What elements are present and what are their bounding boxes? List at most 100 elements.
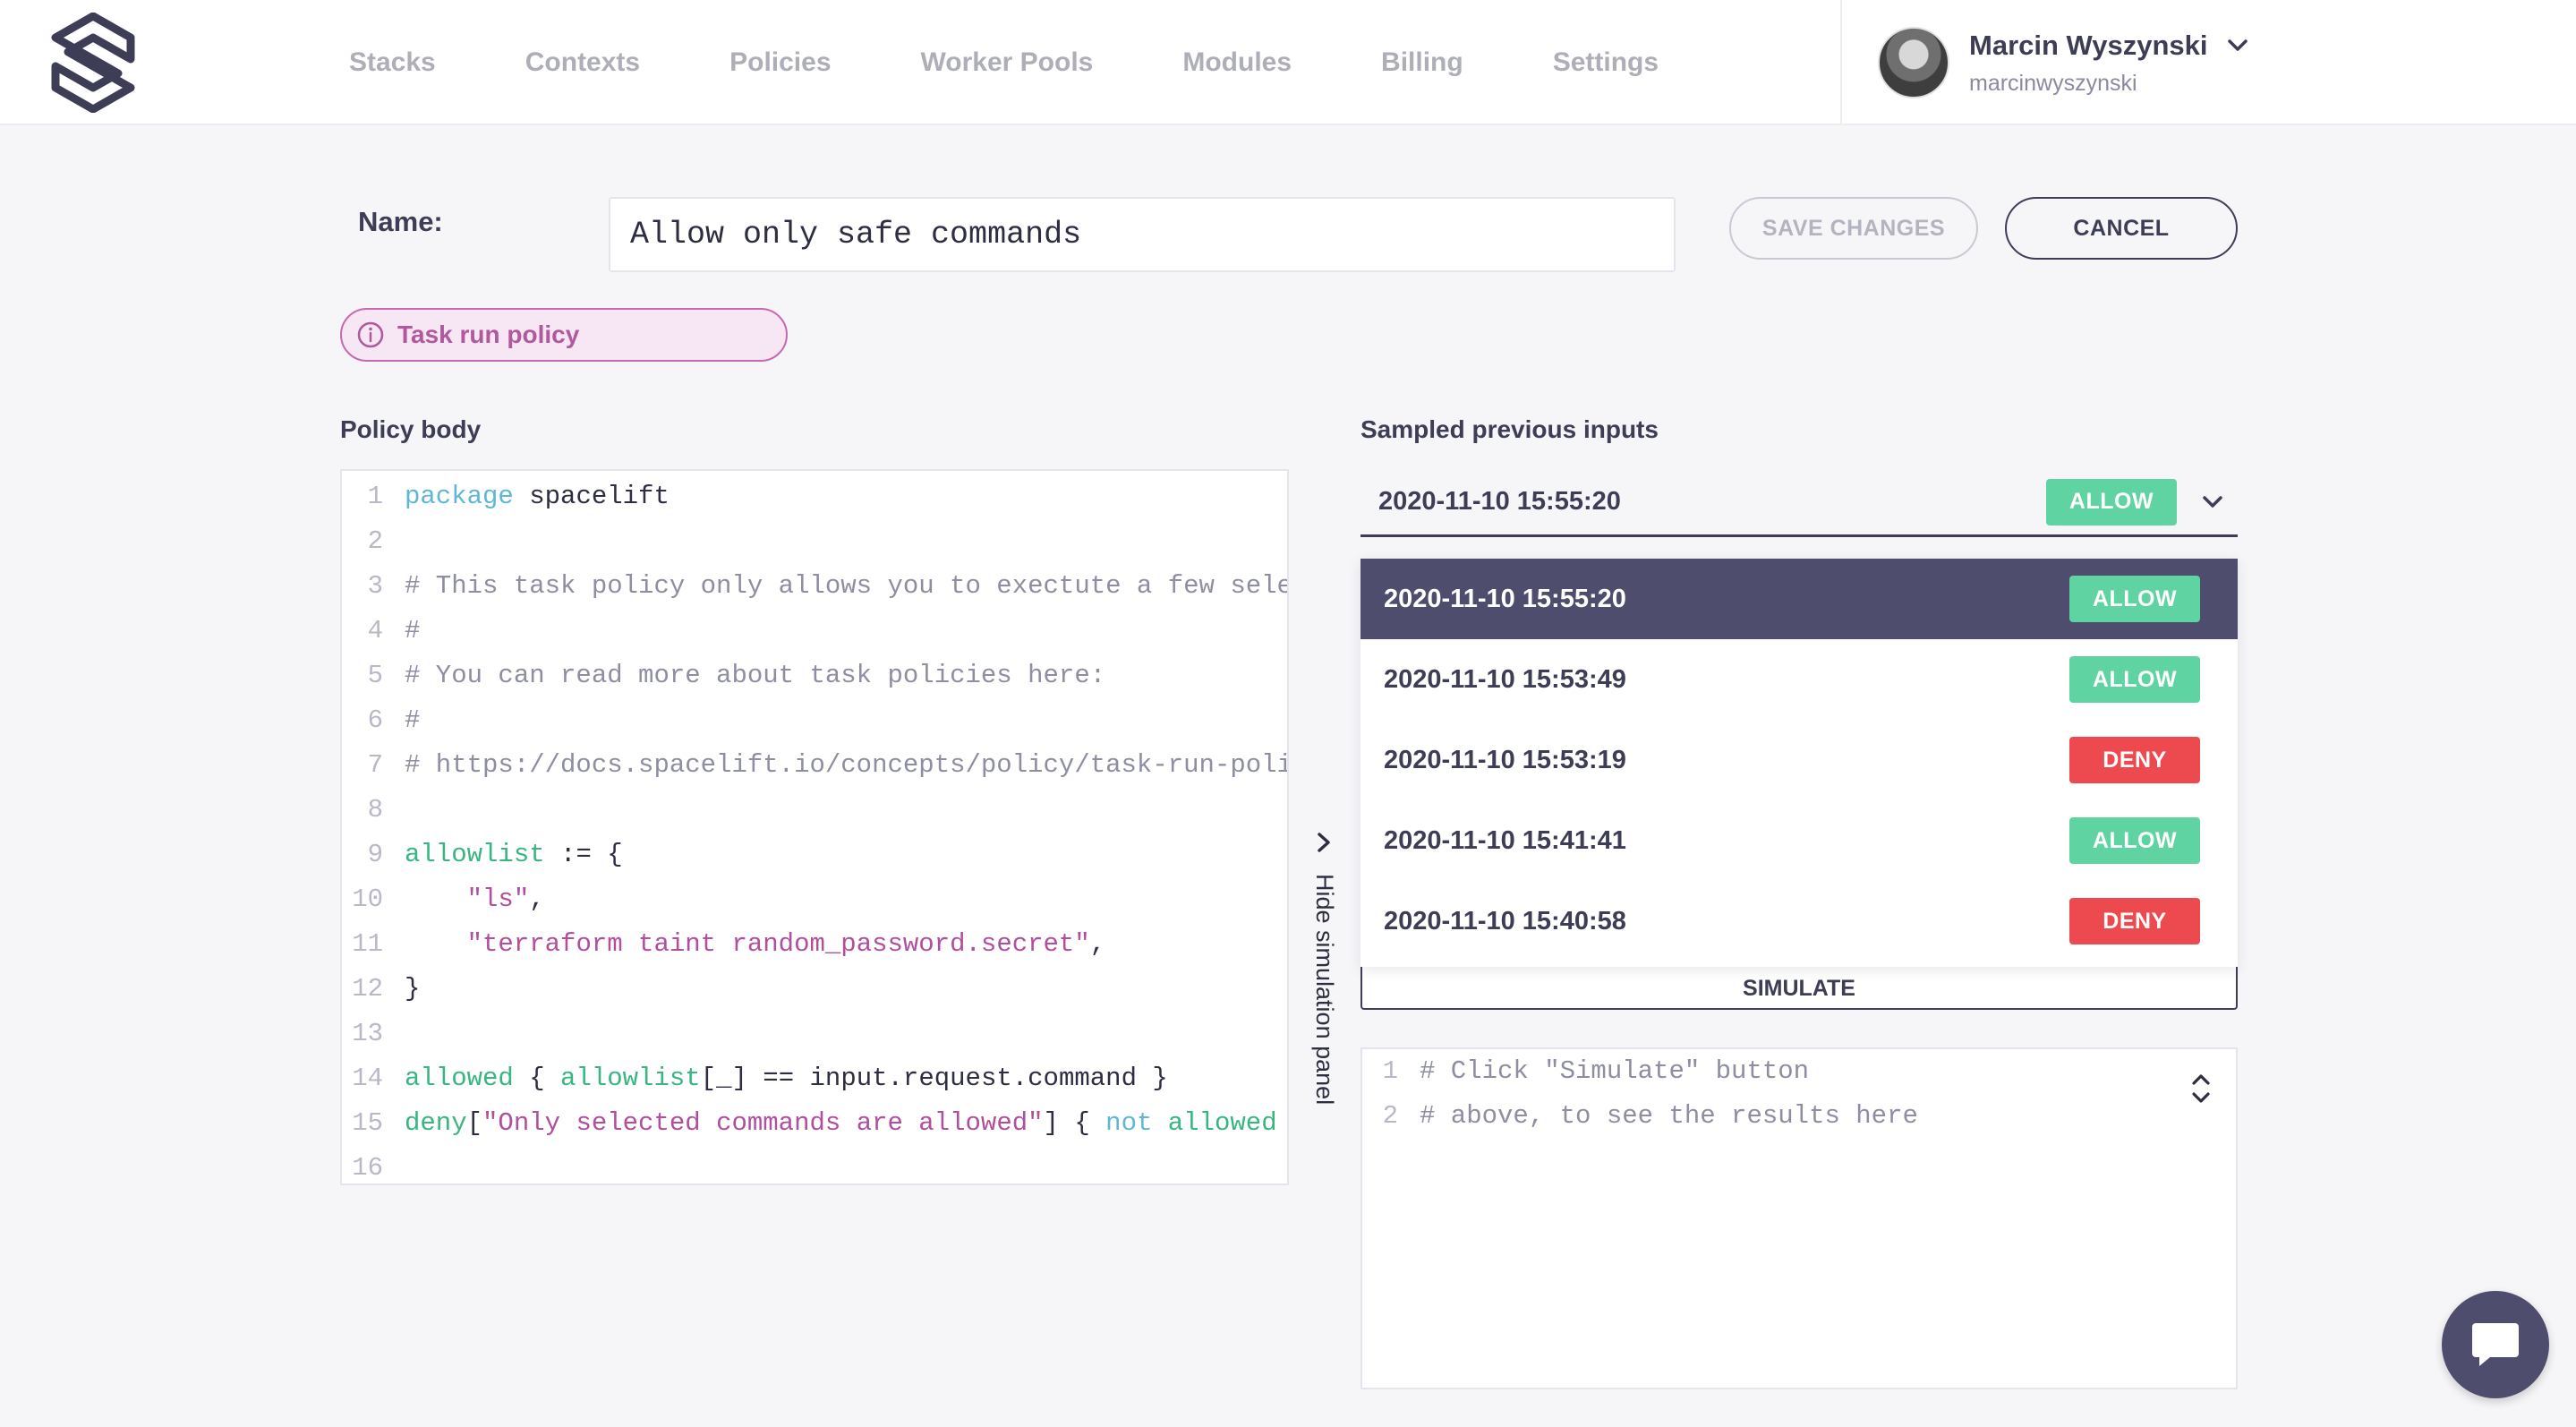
output-line: 2 # above, to see the results here xyxy=(1362,1096,1918,1137)
user-handle: marcinwyszynski xyxy=(1969,70,2137,96)
sampled-inputs-title: Sampled previous inputs xyxy=(1361,415,1659,443)
dropdown-option[interactable]: 2020-11-10 15:40:58 DENY xyxy=(1361,881,2238,961)
line-number: 15 xyxy=(352,1108,383,1138)
user-name: Marcin Wyszynski xyxy=(1969,29,2208,61)
code-line: 10 "ls", xyxy=(342,879,545,920)
code-token: # You can read more about task policies … xyxy=(405,661,1106,690)
code-token: allowed xyxy=(405,1064,514,1093)
line-number: 14 xyxy=(352,1064,383,1093)
line-number: 5 xyxy=(367,661,383,690)
code-token: spacelift xyxy=(513,482,670,511)
line-number: 7 xyxy=(367,750,383,780)
code-token: } xyxy=(1277,1108,1287,1138)
nav-billing[interactable]: Billing xyxy=(1381,47,1463,78)
chevron-down-icon[interactable] xyxy=(2227,38,2248,53)
decision-badge: DENY xyxy=(2069,737,2200,783)
code-line: 7 # https://docs.spacelift.io/concepts/po… xyxy=(342,745,1289,786)
code-line: 12} xyxy=(342,969,420,1010)
dropdown-option[interactable]: 2020-11-10 15:41:41 ALLOW xyxy=(1361,800,2238,881)
code-line: 8 xyxy=(342,790,405,831)
line-number: 2 xyxy=(367,526,383,556)
option-date: 2020-11-10 15:53:19 xyxy=(1384,745,1626,774)
line-number: 11 xyxy=(352,929,383,959)
top-bar: Stacks Contexts Policies Worker Pools Mo… xyxy=(0,0,2576,125)
dropdown-option[interactable]: 2020-11-10 15:53:49 ALLOW xyxy=(1361,639,2238,720)
code-token: # xyxy=(405,705,421,735)
code-token: , xyxy=(529,884,545,914)
output-text: # above, to see the results here xyxy=(1420,1101,1918,1131)
policy-type-label: Task run policy xyxy=(397,320,580,348)
option-date: 2020-11-10 15:40:58 xyxy=(1384,906,1626,936)
nav-policies[interactable]: Policies xyxy=(729,47,831,78)
info-icon xyxy=(357,321,384,348)
nav-worker-pools[interactable]: Worker Pools xyxy=(921,47,1094,78)
cancel-button[interactable]: CANCEL xyxy=(2005,197,2238,260)
policy-body-editor[interactable]: 1 package spacelift 2 3 # This task policy o… xyxy=(340,469,1289,1185)
code-line: 11 "terraform taint random_password.secr… xyxy=(342,924,1105,965)
chat-support-button[interactable] xyxy=(2442,1291,2549,1398)
code-token: allowlist xyxy=(405,840,545,869)
code-line: 1 package spacelift xyxy=(342,476,670,517)
code-line: 13 xyxy=(342,1013,405,1055)
policy-name-input[interactable]: Allow only safe commands xyxy=(609,197,1676,272)
user-info: Marcin Wyszynski marcinwyszynski xyxy=(1969,30,2248,97)
main-nav: Stacks Contexts Policies Worker Pools Mo… xyxy=(349,0,1748,125)
nav-stacks[interactable]: Stacks xyxy=(349,47,436,78)
line-number: 2 xyxy=(1382,1101,1398,1131)
nav-settings[interactable]: Settings xyxy=(1553,47,1659,78)
selected-input-date: 2020-11-10 15:55:20 xyxy=(1378,487,1621,516)
output-text: # Click "Simulate" button xyxy=(1420,1056,1810,1086)
user-menu[interactable]: Marcin Wyszynski marcinwyszynski xyxy=(1878,25,2248,100)
code-token: # https://docs.spacelift.io/concepts/pol… xyxy=(405,750,1289,780)
dropdown-option[interactable]: 2020-11-10 15:53:19 DENY xyxy=(1361,720,2238,800)
code-token: allowlist xyxy=(560,1064,701,1093)
line-number: 10 xyxy=(352,884,383,914)
code-token: deny xyxy=(405,1108,467,1138)
line-number: 3 xyxy=(367,571,383,601)
code-line: 2 xyxy=(342,521,405,562)
policy-body-title: Policy body xyxy=(340,415,482,443)
code-token: := { xyxy=(544,840,623,869)
line-number: 9 xyxy=(367,840,383,869)
expand-icon[interactable] xyxy=(2189,1069,2213,1108)
sampled-input-select[interactable]: 2020-11-10 15:55:20 ALLOW xyxy=(1361,469,2238,537)
simulation-output[interactable]: 1 # Click "Simulate" button 2 # above, to s… xyxy=(1361,1047,2238,1389)
code-token: "terraform taint random_password.secret" xyxy=(466,929,1090,959)
option-date: 2020-11-10 15:53:49 xyxy=(1384,664,1626,694)
code-token: ] { xyxy=(1043,1108,1106,1138)
code-token: allowed xyxy=(1167,1108,1277,1138)
code-token: { xyxy=(513,1064,561,1093)
code-token: "Only selected commands are allowed" xyxy=(482,1108,1044,1138)
line-number: 16 xyxy=(352,1153,383,1183)
code-token: # This task policy only allows you to ex… xyxy=(405,571,1289,601)
code-line: 16 xyxy=(342,1148,405,1183)
policy-type-badge: Task run policy xyxy=(340,308,788,362)
option-date: 2020-11-10 15:41:41 xyxy=(1384,825,1626,855)
decision-badge: ALLOW xyxy=(2069,576,2200,622)
decision-badge: ALLOW xyxy=(2069,656,2200,703)
chevron-right-icon xyxy=(1318,833,1330,852)
code-line: 6 # xyxy=(342,700,421,741)
code-token: , xyxy=(1089,929,1106,959)
output-line: 1 # Click "Simulate" button xyxy=(1362,1051,1809,1092)
dropdown-option[interactable]: 2020-11-10 15:55:20 ALLOW xyxy=(1361,559,2238,639)
nav-contexts[interactable]: Contexts xyxy=(525,47,640,78)
hide-simulation-label: Hide simulation panel xyxy=(1311,874,1338,1106)
code-line: 4 # xyxy=(342,611,421,652)
decision-badge: ALLOW xyxy=(2069,817,2200,864)
line-number: 12 xyxy=(352,974,383,1004)
hide-simulation-toggle[interactable]: Hide simulation panel xyxy=(1307,824,1343,1110)
code-token: package xyxy=(405,482,514,511)
nav-modules[interactable]: Modules xyxy=(1182,47,1292,78)
option-date: 2020-11-10 15:55:20 xyxy=(1384,584,1626,613)
save-changes-button[interactable]: SAVE CHANGES xyxy=(1729,197,1978,260)
spacelift-logo[interactable] xyxy=(50,13,136,113)
code-line: 14 allowed { allowlist[_] == input.reques… xyxy=(342,1058,1168,1099)
code-line: 3 # This task policy only allows you to e… xyxy=(342,566,1289,607)
header-divider xyxy=(1840,0,1842,125)
code-token: "ls" xyxy=(466,884,530,914)
name-label: Name: xyxy=(358,206,443,237)
line-number: 8 xyxy=(367,795,383,825)
